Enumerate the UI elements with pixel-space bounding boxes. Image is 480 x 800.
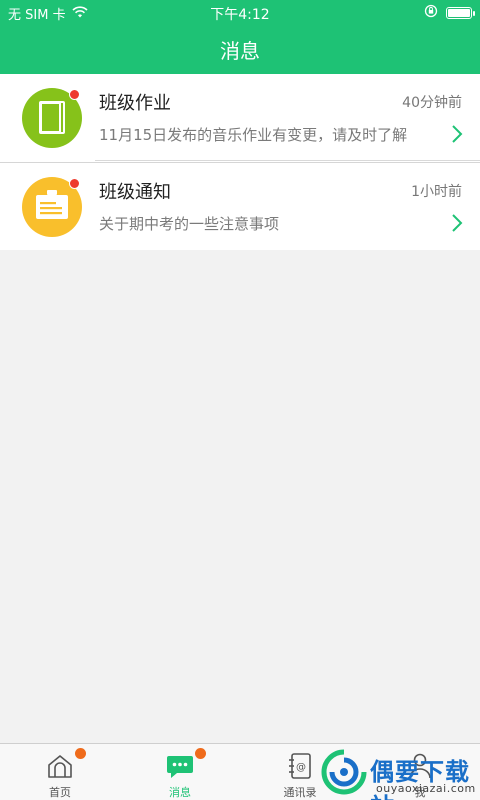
watermark-url: ouyaoxiazai.com xyxy=(376,782,476,795)
clock: 下午4:12 xyxy=(210,7,270,23)
tab-home[interactable]: 首页 xyxy=(0,744,120,800)
message-preview: 关于期中考的一些注意事项 xyxy=(99,215,280,233)
notice-avatar xyxy=(22,177,82,237)
page-title: 消息 xyxy=(220,38,260,63)
badge-dot xyxy=(195,748,206,759)
header: 无 SIM 卡 下午4:12 消息 xyxy=(0,0,480,74)
nav-bar: 消息 xyxy=(0,24,480,74)
message-time: 1小时前 xyxy=(411,184,462,200)
message-list: 班级作业 40分钟前 11月15日发布的音乐作业有变更，请及时了解 班级通知 1… xyxy=(0,74,480,250)
message-preview: 11月15日发布的音乐作业有变更，请及时了解 xyxy=(99,126,408,144)
tab-messages[interactable]: 消息 xyxy=(120,744,240,800)
message-title: 班级作业 xyxy=(99,93,171,114)
home-icon xyxy=(48,755,72,778)
status-bar: 无 SIM 卡 下午4:12 xyxy=(0,0,480,24)
message-time: 40分钟前 xyxy=(402,95,462,111)
chat-icon xyxy=(167,756,193,778)
watermark: 偶要下载站 ouyaoxiazai.com xyxy=(320,738,480,800)
unread-dot xyxy=(69,178,80,189)
homework-avatar xyxy=(22,88,82,148)
tab-label: 首页 xyxy=(49,786,71,799)
message-item-notice[interactable]: 班级通知 1小时前 关于期中考的一些注意事项 xyxy=(0,162,480,250)
chevron-right-icon xyxy=(452,214,463,232)
message-item-homework[interactable]: 班级作业 40分钟前 11月15日发布的音乐作业有变更，请及时了解 xyxy=(0,74,480,162)
watermark-logo-icon xyxy=(321,749,367,795)
badge-dot xyxy=(75,748,86,759)
message-title: 班级通知 xyxy=(99,182,171,203)
tab-label: 消息 xyxy=(169,786,191,799)
contacts-icon: @ xyxy=(289,753,311,779)
battery-icon xyxy=(446,7,475,19)
orientation-lock-icon xyxy=(424,4,438,22)
chevron-right-icon xyxy=(452,125,463,143)
unread-dot xyxy=(69,89,80,100)
status-right xyxy=(424,4,475,22)
svg-text:@: @ xyxy=(296,762,306,773)
divider xyxy=(95,160,480,161)
